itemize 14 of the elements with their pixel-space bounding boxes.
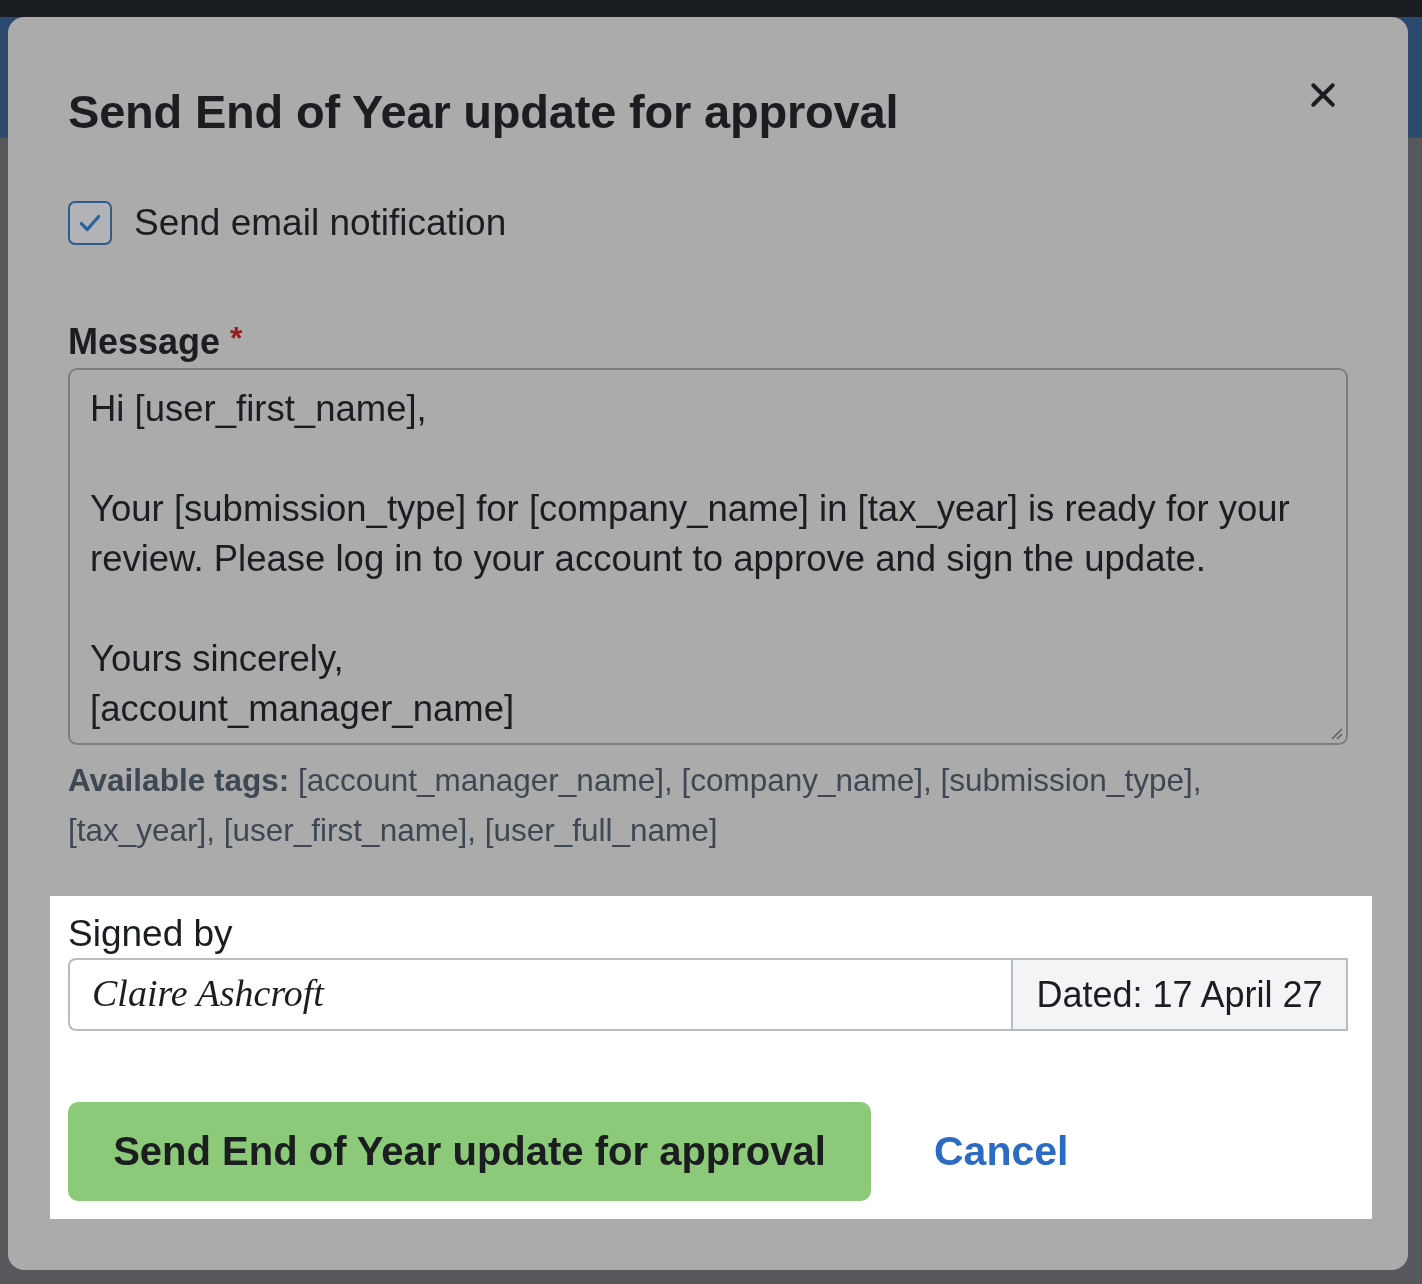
field-label: Signed by xyxy=(68,912,234,956)
close-icon[interactable] xyxy=(1310,82,1336,108)
date-addon: Dated: 17 April 27 xyxy=(1011,958,1348,1031)
field-label: Message xyxy=(68,320,221,364)
required-mark: * xyxy=(230,320,243,356)
resize-grip-icon[interactable] xyxy=(1331,728,1343,740)
dialog-title: Send End of Year update for approval xyxy=(68,85,899,139)
cancel-link[interactable]: Cancel xyxy=(934,1128,1069,1175)
signature-field[interactable]: Claire Ashcroft xyxy=(68,958,1011,1031)
tags-hint: Available tags: [account_manager_name], [company_name], [submission_type], [tax_year], [user_first_name], [user_full_name] xyxy=(68,761,1203,850)
checkbox-label: Send email notification xyxy=(134,201,507,245)
submit-button[interactable]: Send End of Year update for approval xyxy=(68,1102,871,1201)
checkbox[interactable] xyxy=(68,201,112,245)
message-field[interactable]: Hi [user_first_name], Your [submission_type] for [company_name] in [tax_year] is ready for your review. Please log in to your account to approve and sign the update. Yours sincerely, [account_manager_name] xyxy=(68,368,1348,745)
